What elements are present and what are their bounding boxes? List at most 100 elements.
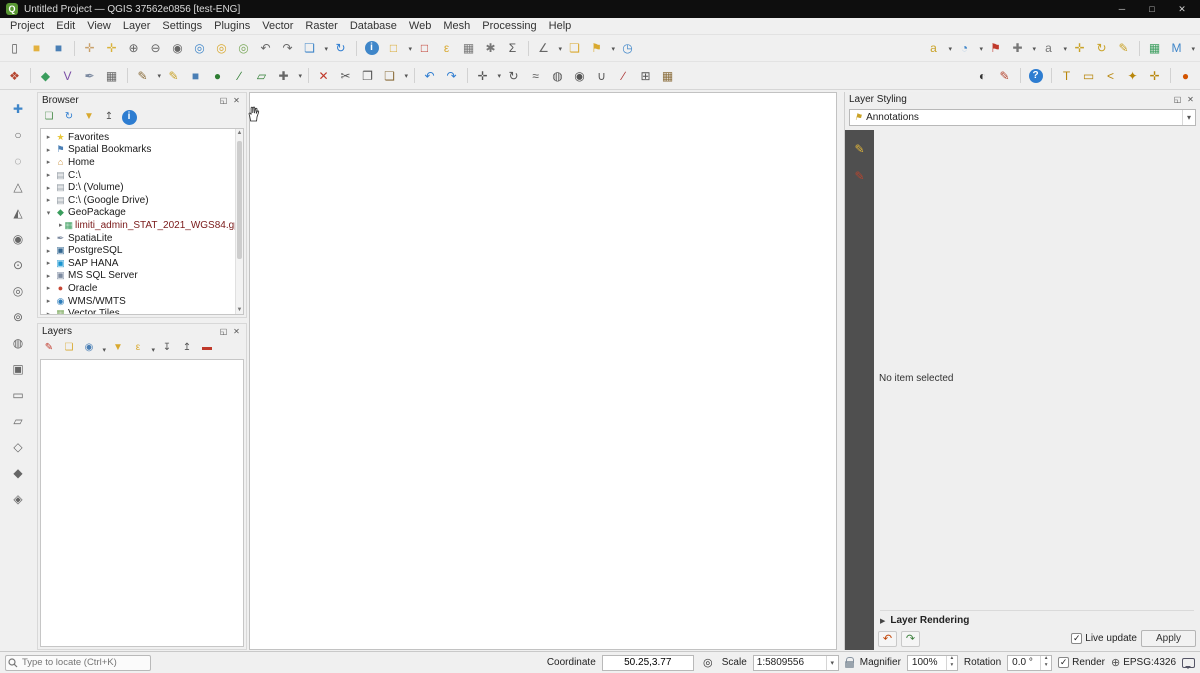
split-features-button[interactable]: ∕ xyxy=(613,65,634,86)
resource-sharing-button[interactable]: ● xyxy=(1175,65,1196,86)
paste-features-button[interactable]: ❏ xyxy=(379,65,400,86)
measure-button[interactable]: ∠ xyxy=(533,38,554,59)
pan-to-selection-button[interactable]: ✛ xyxy=(101,38,122,59)
scale-combobox[interactable]: 1:5809556 ▾ xyxy=(753,655,839,671)
favorites-item[interactable]: ▸ ★ Favorites xyxy=(41,131,243,144)
field-calculator-button[interactable]: ✱ xyxy=(480,38,501,59)
map-tips-button[interactable]: ❏ xyxy=(564,38,585,59)
drive-c-google-item[interactable]: ▸ ▤ C:\ (Google Drive) xyxy=(41,194,243,207)
expand-arrow-icon[interactable]: ▸ xyxy=(44,146,53,154)
merge-features-button[interactable]: ⊞ xyxy=(635,65,656,86)
annotations-tab[interactable]: ✎ xyxy=(849,165,870,186)
expand-arrow-icon[interactable]: ▸ xyxy=(44,234,53,242)
help-menu[interactable]: Help xyxy=(543,19,578,33)
sap-hana-item[interactable]: ▸ ▣ SAP HANA xyxy=(41,257,243,270)
toggle-editing-button[interactable]: ✎ xyxy=(163,65,184,86)
spatialite-item[interactable]: ▸ ✒ SpatiaLite xyxy=(41,232,243,245)
rotation-spinbox[interactable]: 0.0 ° ▴▾ xyxy=(1007,655,1052,671)
maximize-button[interactable]: □ xyxy=(1140,4,1164,14)
save-project-button[interactable]: ■ xyxy=(48,38,69,59)
expand-arrow-icon[interactable]: ▸ xyxy=(44,297,53,305)
shape-regular-polygon-2points-button[interactable]: ◇ xyxy=(8,436,29,457)
redo-button[interactable]: ↷ xyxy=(441,65,462,86)
filter-browser-button[interactable]: ▼ xyxy=(80,108,98,126)
spin-down-icon[interactable]: ▾ xyxy=(947,663,957,670)
scroll-up-icon[interactable]: ▲ xyxy=(236,129,243,137)
shape-circle-3tangents-button[interactable]: △ xyxy=(8,176,29,197)
refresh-browser-button[interactable]: ↻ xyxy=(60,108,78,126)
expand-all-button[interactable]: ↧ xyxy=(158,339,176,357)
zoom-last-button[interactable]: ↶ xyxy=(255,38,276,59)
pan-map-button[interactable]: ✛ xyxy=(79,38,100,59)
expand-arrow-icon[interactable]: ▸ xyxy=(44,184,53,192)
identify-features-button[interactable]: i xyxy=(361,38,382,59)
vertex-tool-button[interactable]: ✚ xyxy=(273,65,294,86)
shape-ellipse-extent-button[interactable]: ⊚ xyxy=(8,306,29,327)
add-polygon-feature-button[interactable]: ▱ xyxy=(251,65,272,86)
lock-scale-icon[interactable] xyxy=(845,661,854,668)
zoom-in-button[interactable]: ⊕ xyxy=(123,38,144,59)
modify-attributes-selected-button[interactable]: ▦ xyxy=(657,65,678,86)
form-annotation-button[interactable]: ▭ xyxy=(1078,65,1099,86)
expand-arrow-icon[interactable]: ▸ xyxy=(44,310,53,315)
expand-arrow-icon[interactable]: ▸ xyxy=(44,171,53,179)
map-canvas[interactable] xyxy=(249,92,837,650)
style-manager-button[interactable]: ✎ xyxy=(994,65,1015,86)
expand-arrow-icon[interactable]: ▸ xyxy=(59,221,63,229)
close-panel-button[interactable]: ✕ xyxy=(231,95,242,106)
enable-advanced-digitizing-button[interactable]: ✚ xyxy=(8,98,29,119)
settings-menu[interactable]: Settings xyxy=(156,19,208,33)
add-part-button[interactable]: ◉ xyxy=(569,65,590,86)
home-item[interactable]: ▸ ⌂ Home xyxy=(41,156,243,169)
close-panel-button[interactable]: ✕ xyxy=(231,326,242,337)
shape-ellipse-center-point-button[interactable]: ◎ xyxy=(8,280,29,301)
html-annotation-button[interactable]: < xyxy=(1100,65,1121,86)
text-annotation-button[interactable]: T xyxy=(1056,65,1077,86)
messages-icon[interactable] xyxy=(1182,658,1195,668)
statistical-summary-button[interactable]: Σ xyxy=(502,38,523,59)
mesh-calculator-button[interactable]: ▦ xyxy=(1144,38,1165,59)
osm-place-search-button[interactable]: ◐ xyxy=(972,65,993,86)
coordinate-input[interactable] xyxy=(602,655,694,671)
web-menu[interactable]: Web xyxy=(403,19,437,33)
expand-arrow-icon[interactable]: ▸ xyxy=(44,158,53,166)
shape-ellipse-center-2points-button[interactable]: ⊙ xyxy=(8,254,29,275)
scroll-down-icon[interactable]: ▼ xyxy=(236,306,243,314)
shape-circle-2points-button[interactable]: ○ xyxy=(8,124,29,145)
zoom-full-button[interactable]: ◎ xyxy=(189,38,210,59)
collapse-all-browser-button[interactable]: ↥ xyxy=(100,108,118,126)
expand-arrow-icon[interactable]: ▸ xyxy=(44,133,53,141)
chevron-down-icon[interactable]: ▾ xyxy=(826,656,838,670)
help-contents-button[interactable]: ? xyxy=(1025,65,1046,86)
undo-button[interactable]: ↶ xyxy=(419,65,440,86)
layer-labeling-options-button[interactable]: a xyxy=(923,38,944,59)
chevron-down-icon[interactable]: ▾ xyxy=(1182,110,1195,125)
shape-rectangle-extent-button[interactable]: ▭ xyxy=(8,384,29,405)
expand-arrow-icon[interactable]: ▸ xyxy=(44,284,53,292)
database-menu[interactable]: Database xyxy=(344,19,403,33)
wms-wmts-item[interactable]: ▸ ◉ WMS/WMTS xyxy=(41,295,243,308)
scrollbar-thumb[interactable] xyxy=(237,141,242,259)
move-feature-button[interactable]: ✛ xyxy=(472,65,493,86)
add-ring-button[interactable]: ◍ xyxy=(547,65,568,86)
view-menu[interactable]: View xyxy=(81,19,117,33)
add-line-feature-button[interactable]: ∕ xyxy=(229,65,250,86)
layer-menu[interactable]: Layer xyxy=(117,19,157,33)
zoom-to-layers-button[interactable]: ◎ xyxy=(233,38,254,59)
layer-rendering-group[interactable]: ▶ Layer Rendering xyxy=(880,610,1194,626)
processing-menu[interactable]: Processing xyxy=(476,19,542,33)
show-hide-labels-button[interactable]: a xyxy=(1038,38,1059,59)
float-panel-button[interactable]: ◱ xyxy=(1172,94,1183,105)
change-label-properties-button[interactable]: ✎ xyxy=(1113,38,1134,59)
mesh-menu[interactable]: Mesh xyxy=(437,19,476,33)
drive-c-item[interactable]: ▸ ▤ C:\ xyxy=(41,169,243,182)
temporal-controller-button[interactable]: ◷ xyxy=(617,38,638,59)
filter-legend-button[interactable]: ▼ xyxy=(109,339,127,357)
render-checkbox[interactable]: ✓ Render xyxy=(1058,657,1105,668)
move-annotation-button[interactable]: ✛ xyxy=(1144,65,1165,86)
shape-rectangle-center-button[interactable]: ▣ xyxy=(8,358,29,379)
zoom-out-button[interactable]: ⊖ xyxy=(145,38,166,59)
close-panel-button[interactable]: ✕ xyxy=(1185,94,1196,105)
zoom-to-selection-button[interactable]: ◎ xyxy=(211,38,232,59)
expand-arrow-icon[interactable]: ▸ xyxy=(44,272,53,280)
